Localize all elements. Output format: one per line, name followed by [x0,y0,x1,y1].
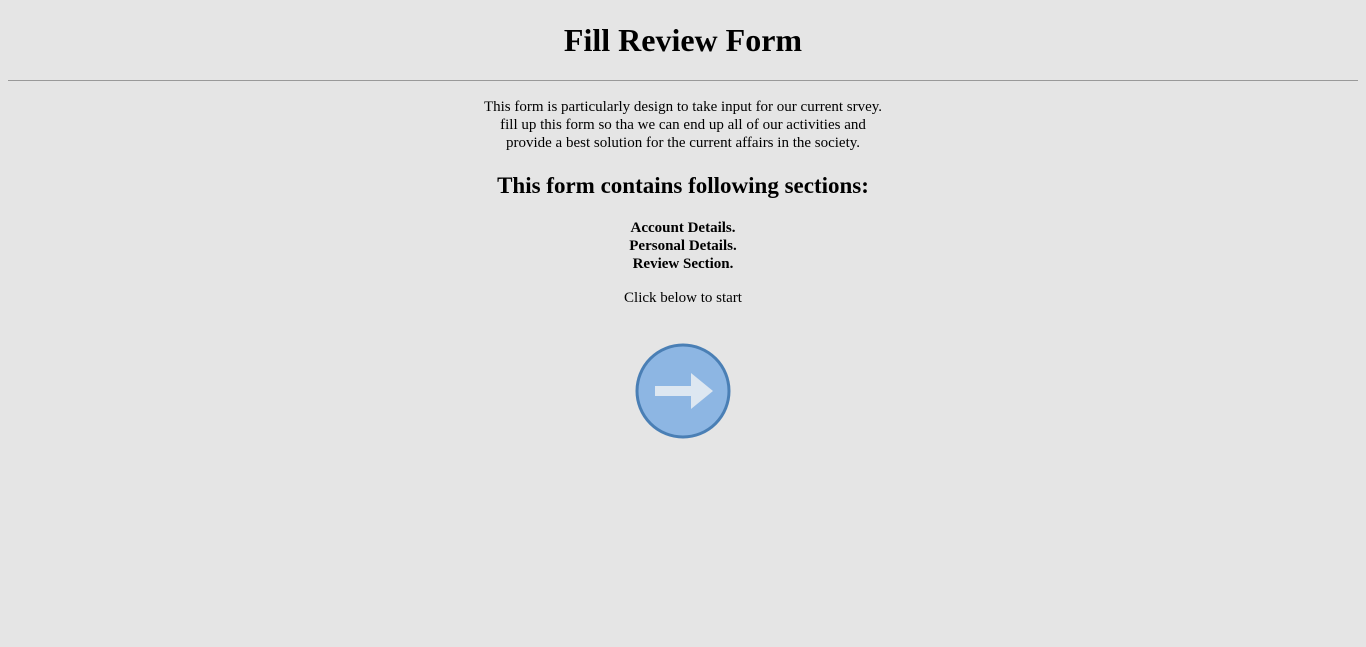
sections-heading: This form contains following sections: [497,173,869,198]
intro-line: provide a best solution for the current … [505,135,861,151]
arrow-right-icon [635,343,731,439]
start-prompt: Click below to start [624,290,742,306]
section-item-account: Account Details. [630,220,736,236]
sections-list: Account Details. Personal Details. Revie… [0,219,1366,273]
start-button[interactable] [635,343,731,439]
section-item-review: Review Section. [632,256,734,272]
intro-line: fill up this form so tha we can end up a… [500,117,866,133]
intro-line: This form is particularly design to take… [483,99,883,115]
page-title: Fill Review Form [563,22,803,58]
intro-text: This form is particularly design to take… [0,98,1366,152]
header-divider [8,80,1358,81]
section-item-personal: Personal Details. [629,238,737,254]
